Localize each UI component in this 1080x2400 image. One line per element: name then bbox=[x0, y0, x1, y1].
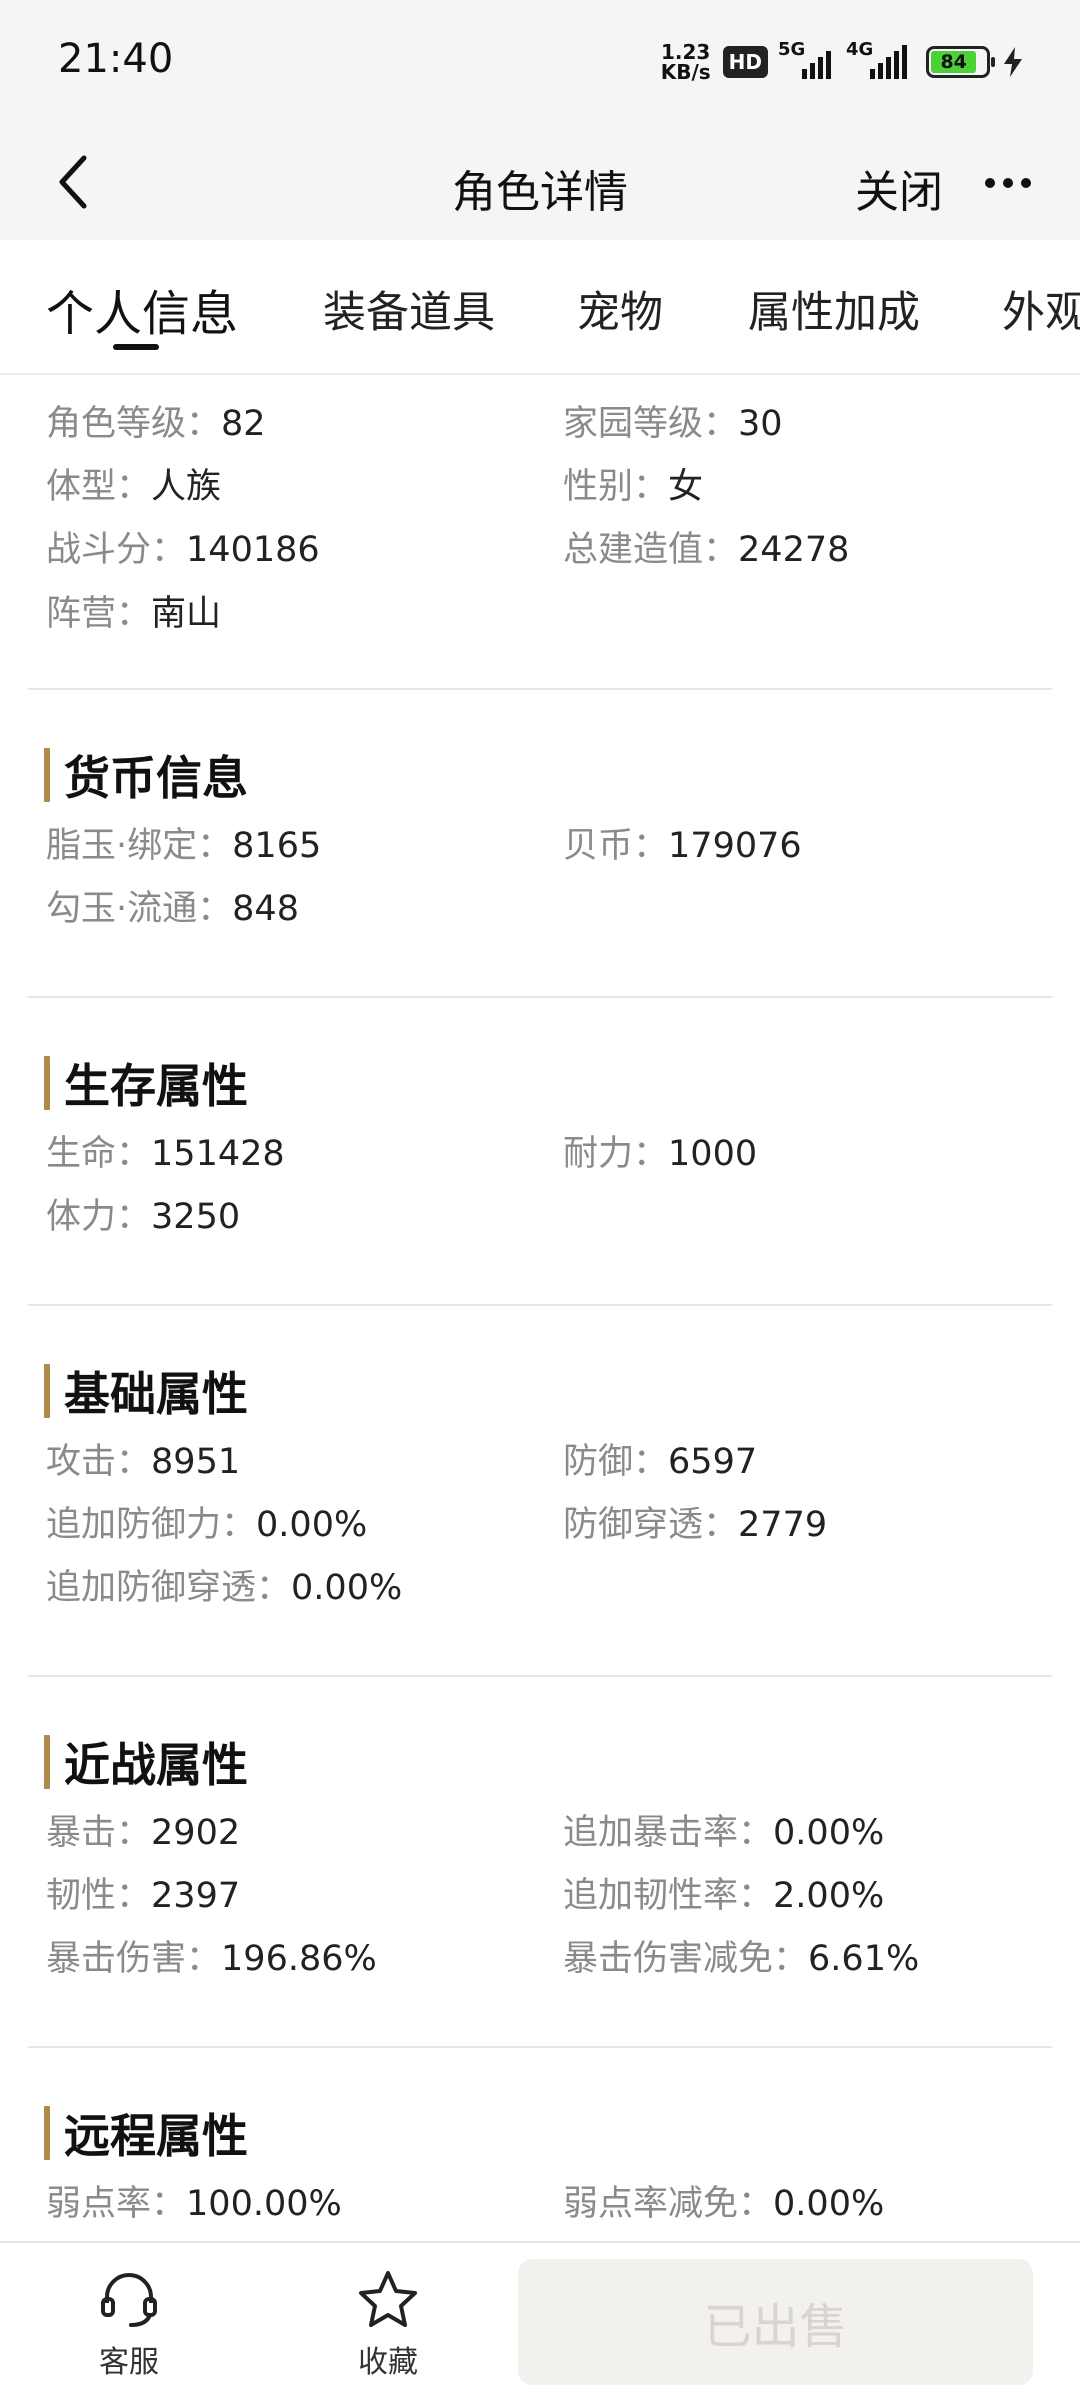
bottom-action-bar: 客服 收藏 已出售 bbox=[0, 2241, 1080, 2400]
section-header: 近战属性 bbox=[44, 1732, 248, 1792]
kv-health: 生命：151428 bbox=[46, 1134, 285, 1174]
nav-bar: 角色详情 关闭 bbox=[0, 126, 1080, 240]
kv-tradable-jade: 勾玉·流通：848 bbox=[46, 889, 299, 929]
kv-defense: 防御：6597 bbox=[563, 1442, 758, 1482]
section-accent-bar bbox=[44, 1056, 50, 1110]
kv-bound-jade: 脂玉·绑定：8165 bbox=[46, 826, 322, 866]
tab-pets[interactable]: 宠物 bbox=[577, 278, 663, 340]
kv-gender: 性别：女 bbox=[563, 467, 704, 507]
kv-crit-damage: 暴击伤害：196.86% bbox=[46, 1939, 377, 1979]
hd-icon: HD bbox=[722, 46, 768, 78]
charging-bolt-icon bbox=[1004, 47, 1022, 77]
kv-weakpoint-rate: 弱点率：100.00% bbox=[46, 2184, 342, 2224]
customer-service-label: 客服 bbox=[99, 2345, 159, 2380]
headset-icon bbox=[101, 2273, 157, 2327]
kv-total-build-value: 总建造值：24278 bbox=[563, 530, 850, 570]
kv-combat-score: 战斗分：140186 bbox=[46, 530, 320, 570]
tab-appearance[interactable]: 外观 bbox=[1002, 278, 1080, 340]
section-title: 货币信息 bbox=[64, 751, 248, 805]
kv-toughness: 韧性：2397 bbox=[46, 1876, 241, 1916]
kv-extra-defense-penetration: 追加防御穿透：0.00% bbox=[46, 1568, 403, 1608]
kv-extra-toughness-rate: 追加韧性率：2.00% bbox=[563, 1876, 885, 1916]
section-divider bbox=[28, 1675, 1052, 1677]
kv-extra-defense: 追加防御力：0.00% bbox=[46, 1505, 368, 1545]
kv-body-type: 体型：人族 bbox=[46, 467, 222, 507]
kv-weakpoint-rate-reduction: 弱点率减免：0.00% bbox=[563, 2184, 885, 2224]
sold-button[interactable]: 已出售 bbox=[518, 2259, 1033, 2385]
tab-equipment[interactable]: 装备道具 bbox=[323, 278, 495, 340]
status-time: 21:40 bbox=[58, 36, 174, 82]
kv-stamina: 体力：3250 bbox=[46, 1197, 241, 1237]
kv-shell-coins: 贝币：179076 bbox=[563, 826, 802, 866]
section-header: 基础属性 bbox=[44, 1361, 248, 1421]
network-speed: 1.23 KB/s bbox=[660, 40, 711, 84]
detail-content[interactable]: 角色等级：82 家园等级：30 体型：人族 性别：女 战斗分：140186 总建… bbox=[0, 375, 1080, 2241]
kv-endurance: 耐力：1000 bbox=[563, 1134, 758, 1174]
more-dots-icon[interactable] bbox=[983, 176, 1033, 190]
favorite-label: 收藏 bbox=[358, 2345, 418, 2380]
active-tab-indicator bbox=[113, 344, 159, 350]
kv-home-level: 家园等级：30 bbox=[563, 404, 783, 444]
signal-4g-icon: 4G bbox=[846, 39, 914, 79]
signal-5g-icon: 5G bbox=[778, 39, 836, 79]
section-header: 远程属性 bbox=[44, 2103, 248, 2163]
star-icon bbox=[359, 2271, 417, 2327]
section-divider bbox=[28, 2046, 1052, 2048]
section-title: 近战属性 bbox=[64, 1738, 248, 1792]
status-icons: 1.23 KB/s HD 5G 4G 84 bbox=[661, 38, 1024, 86]
kv-crit-damage-reduction: 暴击伤害减免：6.61% bbox=[563, 1939, 920, 1979]
section-header: 货币信息 bbox=[44, 745, 248, 805]
tab-attribute-bonus[interactable]: 属性加成 bbox=[748, 278, 920, 340]
section-accent-bar bbox=[44, 1735, 50, 1789]
tab-personal-info[interactable]: 个人信息 bbox=[46, 274, 238, 344]
favorite-button[interactable]: 收藏 bbox=[333, 2269, 443, 2381]
kv-character-level: 角色等级：82 bbox=[46, 404, 266, 444]
section-accent-bar bbox=[44, 1364, 50, 1418]
section-divider bbox=[28, 1304, 1052, 1306]
kv-faction: 阵营：南山 bbox=[46, 594, 222, 634]
close-button[interactable]: 关闭 bbox=[855, 156, 943, 220]
section-title: 基础属性 bbox=[64, 1367, 248, 1421]
section-accent-bar bbox=[44, 748, 50, 802]
customer-service-button[interactable]: 客服 bbox=[74, 2269, 184, 2381]
battery-level: 84 bbox=[931, 51, 977, 73]
section-title: 远程属性 bbox=[64, 2109, 248, 2163]
kv-attack: 攻击：8951 bbox=[46, 1442, 241, 1482]
section-accent-bar bbox=[44, 2106, 50, 2160]
status-bar: 21:40 1.23 KB/s HD 5G 4G 84 bbox=[0, 0, 1080, 126]
battery-icon: 84 bbox=[926, 46, 995, 78]
tab-bar: 个人信息 装备道具 宠物 属性加成 外观 bbox=[0, 240, 1080, 375]
kv-defense-penetration: 防御穿透：2779 bbox=[563, 1505, 828, 1545]
kv-crit: 暴击：2902 bbox=[46, 1813, 241, 1853]
section-divider bbox=[28, 688, 1052, 690]
kv-extra-crit-rate: 追加暴击率：0.00% bbox=[563, 1813, 885, 1853]
section-title: 生存属性 bbox=[64, 1059, 248, 1113]
section-header: 生存属性 bbox=[44, 1053, 248, 1113]
section-divider bbox=[28, 996, 1052, 998]
